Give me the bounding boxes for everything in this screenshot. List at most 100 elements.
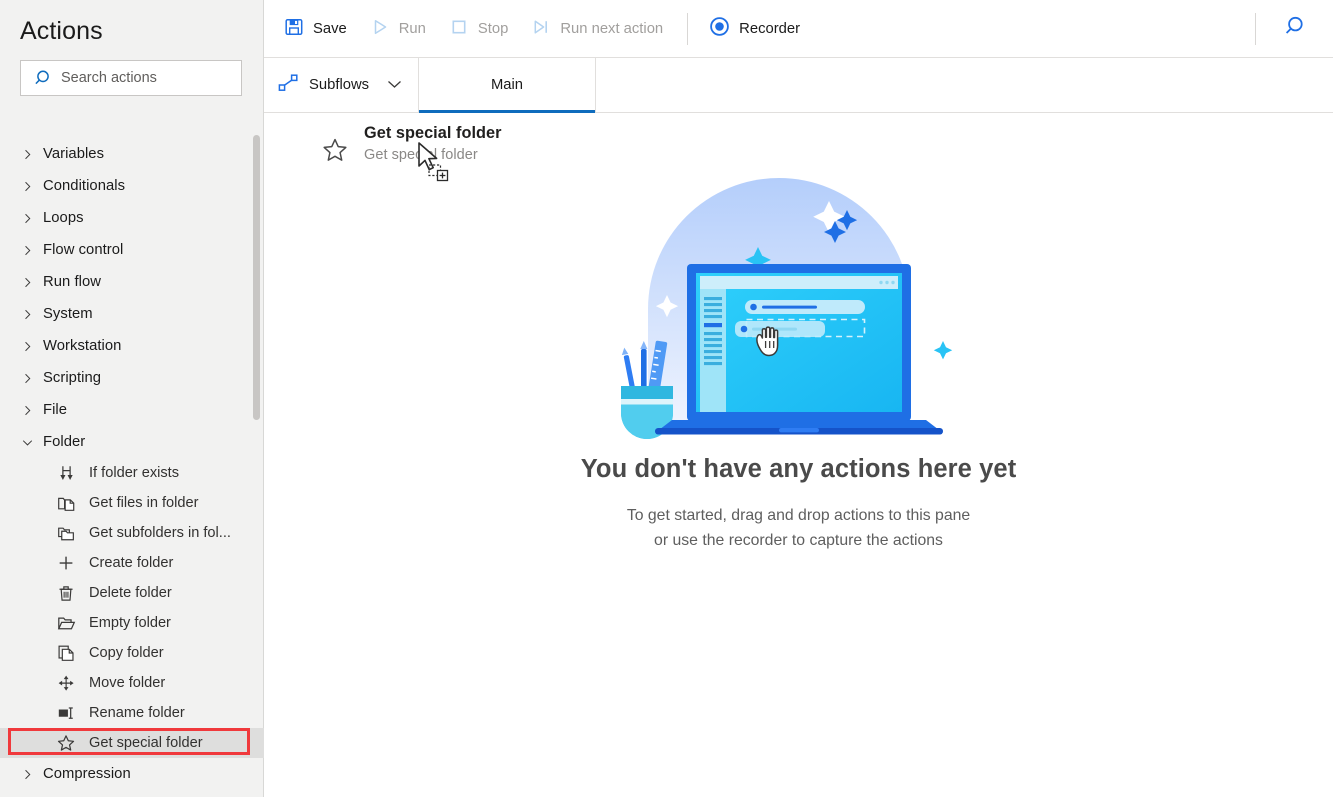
tree-group-run-flow[interactable]: Run flow — [0, 266, 264, 298]
tree-group-label: Compression — [43, 766, 131, 782]
chevron-right-icon — [20, 371, 42, 386]
play-step-icon — [531, 17, 551, 41]
drag-ghost-preview: Get special folder Get special folder — [322, 124, 502, 168]
power-automate-desktop-designer: Actions Variables Conditionals Loops Flow c… — [0, 0, 1333, 797]
star-icon — [57, 734, 85, 753]
empty-state-line1: To get started, drag and drop actions to… — [626, 507, 971, 524]
chevron-right-icon — [20, 339, 42, 354]
chevron-right-icon — [20, 179, 42, 194]
drag-ghost-subtitle: Get special folder — [364, 147, 478, 163]
action-item-copy-folder[interactable]: Copy folder — [0, 638, 264, 668]
tab-main[interactable]: Main — [419, 58, 596, 113]
chevron-right-icon — [20, 147, 42, 162]
action-item-label: Copy folder — [89, 645, 164, 661]
action-item-empty-folder[interactable]: Empty folder — [0, 608, 264, 638]
tree-group-folder[interactable]: Folder — [0, 426, 264, 458]
action-item-label: If folder exists — [89, 465, 180, 481]
action-item-label: Create folder — [89, 555, 174, 571]
tree-group-label: Conditionals — [43, 178, 126, 194]
search-input[interactable] — [59, 70, 233, 86]
chevron-right-icon — [20, 403, 42, 418]
action-item-create-folder[interactable]: Create folder — [0, 548, 264, 578]
chevron-right-icon — [20, 211, 42, 226]
folder-file-icon — [57, 494, 85, 513]
tree-group-file[interactable]: File — [0, 394, 264, 426]
action-item-label: Rename folder — [89, 705, 185, 721]
chevron-right-icon — [20, 767, 42, 782]
tree-group-label: System — [43, 306, 93, 322]
save-button[interactable]: Save — [274, 9, 360, 49]
action-item-get-subfolders-in-fol[interactable]: Get subfolders in fol... — [0, 518, 264, 548]
tree-group-label: File — [43, 402, 68, 418]
branch-arrows-icon — [57, 464, 85, 483]
designer-main: Save Run Stop Run next action Recorder S… — [264, 0, 1333, 797]
tree-group-workstation[interactable]: Workstation — [0, 330, 264, 362]
recorder-button[interactable]: Recorder — [699, 9, 813, 49]
search-container — [0, 46, 263, 96]
tree-group-compression[interactable]: Compression — [0, 758, 264, 790]
sidebar-scrollbar-track[interactable] — [253, 130, 260, 790]
toolbar-divider — [687, 12, 689, 45]
star-icon — [322, 124, 348, 168]
drag-ghost-title: Get special folder — [364, 124, 502, 142]
empty-state-line2: or use the recorder to capture the actio… — [654, 532, 943, 549]
tree-group-label: Run flow — [43, 274, 101, 290]
chevron-down-icon — [387, 77, 402, 93]
action-item-label: Get subfolders in fol... — [89, 525, 231, 541]
stop-square-icon — [449, 17, 469, 41]
action-item-get-files-in-folder[interactable]: Get files in folder — [0, 488, 264, 518]
rename-icon — [57, 704, 85, 723]
run-label: Run — [398, 20, 426, 37]
tree-group-scripting[interactable]: Scripting — [0, 362, 264, 394]
tree-group-loops[interactable]: Loops — [0, 202, 264, 234]
action-item-move-folder[interactable]: Move folder — [0, 668, 264, 698]
open-folder-icon — [57, 614, 85, 633]
action-item-label: Delete folder — [89, 585, 172, 601]
sidebar-scrollbar-thumb[interactable] — [253, 135, 260, 420]
folder-stack-icon — [57, 524, 85, 543]
subflows-label: Subflows — [309, 77, 370, 93]
run-next-action-label: Run next action — [560, 20, 664, 37]
tree-group-label: Folder — [43, 434, 86, 450]
toolbar: Save Run Stop Run next action Recorder — [264, 0, 1333, 58]
tree-group-label: Variables — [43, 146, 105, 162]
toolbar-search-button[interactable] — [1256, 0, 1333, 58]
copy-icon — [57, 644, 85, 663]
laptop-drag-drop-illustration — [599, 169, 999, 445]
tree-group-label: Loops — [43, 210, 84, 226]
search-actions-box[interactable] — [20, 60, 242, 96]
action-item-label: Empty folder — [89, 615, 171, 631]
action-item-label: Get files in folder — [89, 495, 199, 511]
empty-state-heading: You don't have any actions here yet — [580, 455, 1017, 483]
trash-icon — [57, 584, 85, 603]
run-next-action-button[interactable]: Run next action — [521, 9, 676, 49]
tab-bar: Subflows Main — [264, 58, 1333, 113]
tree-group-conditionals[interactable]: Conditionals — [0, 170, 264, 202]
action-item-delete-folder[interactable]: Delete folder — [0, 578, 264, 608]
action-item-label: Move folder — [89, 675, 166, 691]
chevron-down-icon — [20, 435, 42, 450]
action-item-rename-folder[interactable]: Rename folder — [0, 698, 264, 728]
tree-group-flow-control[interactable]: Flow control — [0, 234, 264, 266]
stop-button[interactable]: Stop — [439, 9, 521, 49]
action-item-if-folder-exists[interactable]: If folder exists — [0, 458, 264, 488]
actions-tree[interactable]: Variables Conditionals Loops Flow control Ru… — [0, 133, 264, 797]
stop-label: Stop — [477, 20, 509, 37]
tree-group-label: Workstation — [43, 338, 122, 354]
action-item-get-special-folder[interactable]: Get special folder — [0, 728, 264, 758]
plus-icon — [57, 554, 85, 573]
tree-group-system[interactable]: System — [0, 298, 264, 330]
flow-nodes-icon — [278, 73, 300, 97]
tree-group-variables[interactable]: Variables — [0, 138, 264, 170]
flow-canvas[interactable]: Get special folder Get special folder Yo… — [264, 113, 1333, 797]
recorder-label: Recorder — [739, 20, 801, 37]
subflows-dropdown[interactable]: Subflows — [264, 58, 419, 112]
empty-state-description: To get started, drag and drop actions to… — [627, 503, 970, 553]
run-button[interactable]: Run — [360, 9, 439, 49]
record-dot-icon — [709, 16, 730, 41]
tree-group-label: Scripting — [43, 370, 102, 386]
tree-group-label: Flow control — [43, 242, 124, 258]
search-icon — [29, 69, 59, 88]
play-triangle-icon — [370, 17, 390, 41]
save-label: Save — [313, 20, 347, 37]
